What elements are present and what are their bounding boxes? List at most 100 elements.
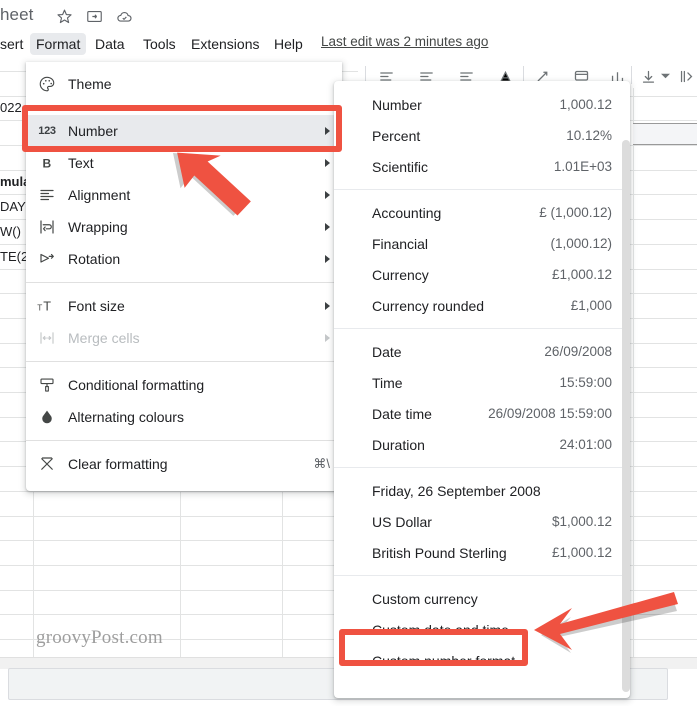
number-format-label: Custom currency	[372, 590, 478, 607]
format-dropdown-menu[interactable]: Theme 123 Number B Text Alignment Wrapping Rota…	[26, 62, 342, 491]
move-to-folder-icon[interactable]	[86, 8, 103, 25]
rotation-icon	[26, 250, 68, 268]
menu-item-label: Font size	[68, 298, 125, 314]
menu-item-number[interactable]: 123 Number	[26, 115, 342, 147]
number-format-label: Percent	[372, 127, 421, 144]
number-format-custom-number-format[interactable]: Custom number format	[334, 645, 630, 676]
submenu-separator	[334, 189, 630, 190]
menu-item-label: Number	[68, 123, 118, 139]
number-format-percent[interactable]: Percent 10.12%	[334, 120, 630, 151]
number-format-label: Custom number format	[372, 652, 516, 669]
menu-item-merge-cells: Merge cells	[26, 322, 342, 354]
menu-data[interactable]: Data	[89, 33, 131, 55]
clear-formatting-icon	[26, 455, 68, 473]
submenu-scrollbar-thumb[interactable]	[622, 140, 630, 692]
number-format-scientific[interactable]: Scientific 1.01E+03	[334, 151, 630, 182]
number-123-icon: 123	[38, 125, 56, 137]
last-edit-status[interactable]: Last edit was 2 minutes ago	[321, 34, 488, 49]
number-format-accounting[interactable]: Accounting £ (1,000.12)	[334, 197, 630, 228]
menu-item-label: Clear formatting	[68, 456, 168, 472]
grid-cell[interactable]: W()	[0, 224, 21, 239]
submenu-arrow-icon	[325, 255, 330, 263]
menu-item-theme[interactable]: Theme	[26, 68, 342, 100]
menu-item-label: Alternating colours	[68, 409, 184, 425]
menu-format[interactable]: Format	[30, 33, 87, 55]
number-format-label: Custom date and time	[372, 621, 509, 638]
number-format-sample: 26/09/2008 15:59:00	[488, 406, 612, 421]
number-format-label: Date time	[372, 405, 432, 422]
number-format-date[interactable]: Date 26/09/2008	[334, 336, 630, 367]
number-format-british-pound-sterling[interactable]: British Pound Sterling £1,000.12	[334, 537, 630, 568]
menu-item-label: Text	[68, 155, 94, 171]
number-format-label: Financial	[372, 235, 429, 252]
number-format-sample: 1.01E+03	[553, 159, 612, 174]
number-format-label: Number	[372, 96, 422, 113]
menu-item-shortcut: ⌘\	[313, 456, 330, 471]
number-format-us-dollar[interactable]: US Dollar $1,000.12	[334, 506, 630, 537]
menu-item-label: Rotation	[68, 251, 121, 267]
menu-item-alignment[interactable]: Alignment	[26, 179, 342, 211]
menu-help[interactable]: Help	[268, 33, 309, 55]
number-format-friday-26-september-2008[interactable]: Friday, 26 September 2008	[334, 475, 630, 506]
number-format-label: US Dollar	[372, 513, 432, 530]
number-format-sample: (1,000.12)	[550, 236, 612, 251]
number-format-date-time[interactable]: Date time 26/09/2008 15:59:00	[334, 398, 630, 429]
menu-sert[interactable]: sert	[0, 33, 29, 55]
number-format-sample: 15:59:00	[559, 375, 612, 390]
wrapping-icon	[26, 218, 68, 236]
grid-cell[interactable]: 022	[0, 100, 22, 115]
filter-icon[interactable]	[640, 68, 657, 85]
palette-icon	[26, 75, 68, 93]
menu-item-text[interactable]: B Text	[26, 147, 342, 179]
number-format-sample: £1,000.12	[551, 545, 612, 560]
number-format-currency[interactable]: Currency £1,000.12	[334, 259, 630, 290]
functions-icon[interactable]	[678, 68, 695, 85]
menu-item-clear-formatting[interactable]: Clear formatting ⌘\	[26, 448, 342, 480]
alignment-icon	[26, 186, 68, 204]
number-format-sample: £1,000.12	[551, 267, 612, 282]
selected-row-highlight	[633, 123, 697, 145]
menu-item-rotation[interactable]: Rotation	[26, 243, 342, 275]
number-format-label: Scientific	[372, 158, 429, 175]
number-format-custom-date-and-time[interactable]: Custom date and time	[334, 614, 630, 645]
number-format-label: Accounting	[372, 204, 442, 221]
menu-separator	[26, 440, 342, 441]
number-format-label: Duration	[372, 436, 425, 453]
menu-item-conditional-formatting[interactable]: Conditional formatting	[26, 369, 342, 401]
document-title[interactable]: heet	[0, 5, 34, 25]
bold-b-icon: B	[26, 154, 68, 172]
menu-item-label: Theme	[68, 76, 112, 92]
number-format-label: Currency rounded	[372, 297, 485, 314]
number-format-sample: 10.12%	[566, 128, 612, 143]
number-format-sample: £ (1,000.12)	[539, 205, 612, 220]
menu-item-label: Conditional formatting	[68, 377, 205, 393]
number-format-submenu[interactable]: Number 1,000.12 Percent 10.12% Scientific 1.0…	[334, 81, 630, 698]
filter-dropdown-chevron-icon[interactable]	[661, 72, 670, 81]
number-format-sample: $1,000.12	[551, 514, 612, 529]
number-format-custom-currency[interactable]: Custom currency	[334, 583, 630, 614]
submenu-separator	[334, 328, 630, 329]
menu-item-font-size[interactable]: T T Font size	[26, 290, 342, 322]
number-format-currency-rounded[interactable]: Currency rounded £1,000	[334, 290, 630, 321]
menu-item-alternating-colours[interactable]: Alternating colours	[26, 401, 342, 433]
cloud-saved-icon[interactable]	[116, 8, 133, 25]
submenu-arrow-icon	[325, 302, 330, 310]
number-format-sample: 1,000.12	[559, 97, 612, 112]
number-format-number[interactable]: Number 1,000.12	[334, 89, 630, 120]
alternating-colours-icon	[26, 408, 68, 426]
menu-item-label: Alignment	[68, 187, 131, 203]
number-format-financial[interactable]: Financial (1,000.12)	[334, 228, 630, 259]
menu-extensions[interactable]: Extensions	[185, 33, 265, 55]
grid-column-line	[633, 88, 634, 676]
number-format-duration[interactable]: Duration 24:01:00	[334, 429, 630, 460]
number-format-label: British Pound Sterling	[372, 544, 507, 561]
menu-separator	[26, 107, 342, 108]
menu-separator	[26, 361, 342, 362]
menu-separator	[26, 282, 342, 283]
menu-item-label: Wrapping	[68, 219, 128, 235]
title-bar: heet	[0, 0, 697, 30]
star-icon[interactable]	[56, 8, 73, 25]
menu-tools[interactable]: Tools	[137, 33, 182, 55]
number-format-time[interactable]: Time 15:59:00	[334, 367, 630, 398]
menu-item-wrapping[interactable]: Wrapping	[26, 211, 342, 243]
